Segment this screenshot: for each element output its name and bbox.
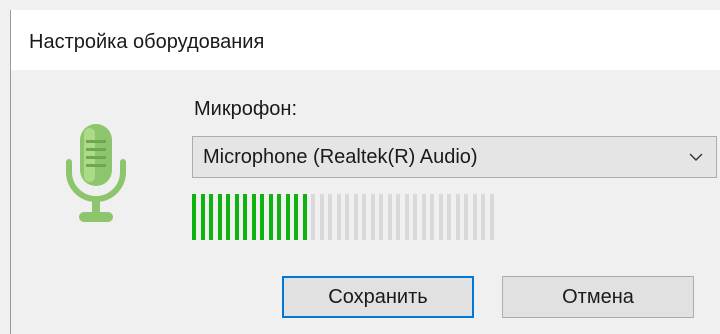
level-segment xyxy=(268,194,273,240)
level-segment xyxy=(370,194,375,240)
level-segment xyxy=(362,194,366,240)
level-segment xyxy=(234,194,239,240)
level-segment xyxy=(472,194,477,240)
level-segment xyxy=(430,194,434,240)
level-segment xyxy=(200,194,205,240)
microphone-icon xyxy=(66,124,126,222)
save-button[interactable]: Сохранить xyxy=(282,276,474,318)
level-segment xyxy=(345,194,349,240)
level-segment xyxy=(243,194,247,240)
selected-device-value: Microphone (Realtek(R) Audio) xyxy=(203,146,478,168)
level-segment xyxy=(447,194,451,240)
level-segment xyxy=(328,194,332,240)
level-segment xyxy=(311,194,315,240)
level-segment xyxy=(353,194,358,240)
cancel-button[interactable]: Отмена xyxy=(502,276,694,318)
microphone-device-select[interactable]: Microphone (Realtek(R) Audio) xyxy=(192,136,717,178)
hardware-settings-dialog: Настройка оборудования Микрофон: Microph… xyxy=(10,10,720,334)
level-segment xyxy=(464,194,468,240)
level-segment xyxy=(379,194,383,240)
level-segment xyxy=(421,194,426,240)
level-segment xyxy=(489,194,494,240)
level-segment xyxy=(396,194,400,240)
level-segment xyxy=(302,194,307,240)
level-segment xyxy=(438,194,443,240)
level-segment xyxy=(209,194,213,240)
level-segment xyxy=(217,194,222,240)
level-segment xyxy=(387,194,392,240)
level-segment xyxy=(413,194,417,240)
level-segment xyxy=(226,194,230,240)
level-segment xyxy=(294,194,298,240)
level-segment xyxy=(481,194,485,240)
microphone-label: Микрофон: xyxy=(194,98,298,120)
chevron-down-icon[interactable] xyxy=(688,149,704,165)
level-segment xyxy=(277,194,281,240)
level-segment xyxy=(404,194,409,240)
input-level-meter xyxy=(192,194,498,240)
level-segment xyxy=(319,194,324,240)
title-bar: Настройка оборудования xyxy=(11,10,720,70)
dialog-title: Настройка оборудования xyxy=(29,31,265,53)
level-segment xyxy=(455,194,460,240)
level-segment xyxy=(251,194,256,240)
level-segment xyxy=(260,194,264,240)
level-segment xyxy=(192,194,196,240)
level-segment xyxy=(285,194,290,240)
level-segment xyxy=(336,194,341,240)
